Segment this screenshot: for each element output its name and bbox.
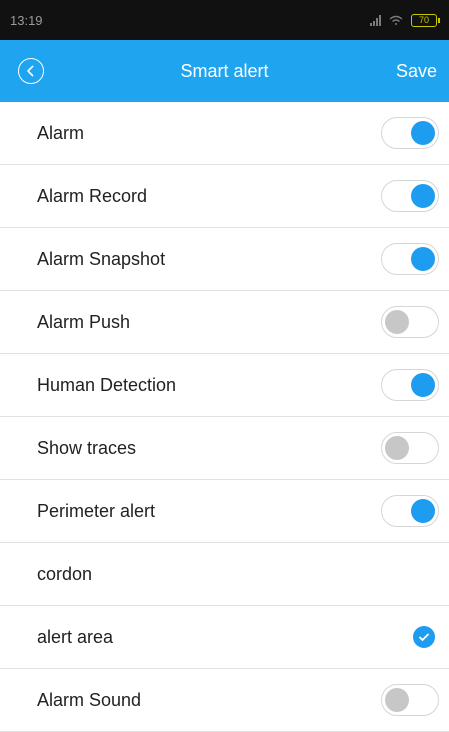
toggle-knob	[385, 310, 409, 334]
status-icons: 70	[370, 13, 440, 27]
toggle-knob	[411, 247, 435, 271]
alarm-sound-toggle[interactable]	[381, 684, 439, 716]
setting-row-alarm-record: Alarm Record	[0, 165, 449, 228]
setting-label: Perimeter alert	[37, 500, 156, 521]
toggle-knob	[411, 499, 435, 523]
alarm-push-toggle[interactable]	[381, 306, 439, 338]
setting-label: Alarm Sound	[37, 689, 142, 710]
setting-label: Alarm Snapshot	[37, 248, 166, 269]
chevron-left-icon	[26, 65, 34, 77]
signal-icon	[370, 14, 381, 26]
alarm-snapshot-toggle[interactable]	[381, 243, 439, 275]
setting-row-perimeter-alert: Perimeter alert	[0, 480, 449, 543]
back-button[interactable]	[18, 58, 44, 84]
setting-label: Alarm	[37, 122, 85, 143]
setting-label: cordon	[37, 563, 93, 584]
toggle-knob	[411, 184, 435, 208]
toggle-knob	[385, 436, 409, 460]
setting-label: alert area	[37, 626, 114, 647]
setting-row-alarm-push: Alarm Push	[0, 291, 449, 354]
save-button[interactable]: Save	[396, 61, 437, 82]
header-bar: Smart alert Save	[0, 40, 449, 102]
setting-label: Alarm Record	[37, 185, 148, 206]
setting-row-alarm-snapshot: Alarm Snapshot	[0, 228, 449, 291]
setting-label: Alarm Push	[37, 311, 131, 332]
setting-row-cordon[interactable]: cordon	[0, 543, 449, 606]
checkmark-icon[interactable]	[413, 626, 435, 648]
settings-list: Alarm Alarm Record Alarm Snapshot Alarm Pus…	[0, 102, 449, 732]
setting-label: Show traces	[37, 437, 137, 458]
battery-level: 70	[418, 14, 429, 25]
status-time: 13:19	[10, 12, 43, 28]
toggle-knob	[411, 121, 435, 145]
setting-row-alert-area: alert area	[0, 606, 449, 669]
perimeter-alert-toggle[interactable]	[381, 495, 439, 527]
toggle-knob	[385, 688, 409, 712]
battery-icon: 70	[411, 13, 440, 27]
wifi-icon	[389, 15, 403, 25]
setting-row-alarm: Alarm	[0, 102, 449, 165]
status-bar: 13:19 70	[0, 0, 449, 40]
toggle-knob	[411, 373, 435, 397]
setting-row-alarm-sound: Alarm Sound	[0, 669, 449, 732]
setting-row-show-traces: Show traces	[0, 417, 449, 480]
alarm-toggle[interactable]	[381, 117, 439, 149]
human-detection-toggle[interactable]	[381, 369, 439, 401]
setting-row-human-detection: Human Detection	[0, 354, 449, 417]
show-traces-toggle[interactable]	[381, 432, 439, 464]
page-title: Smart alert	[180, 60, 269, 81]
alarm-record-toggle[interactable]	[381, 180, 439, 212]
setting-label: Human Detection	[37, 374, 177, 395]
